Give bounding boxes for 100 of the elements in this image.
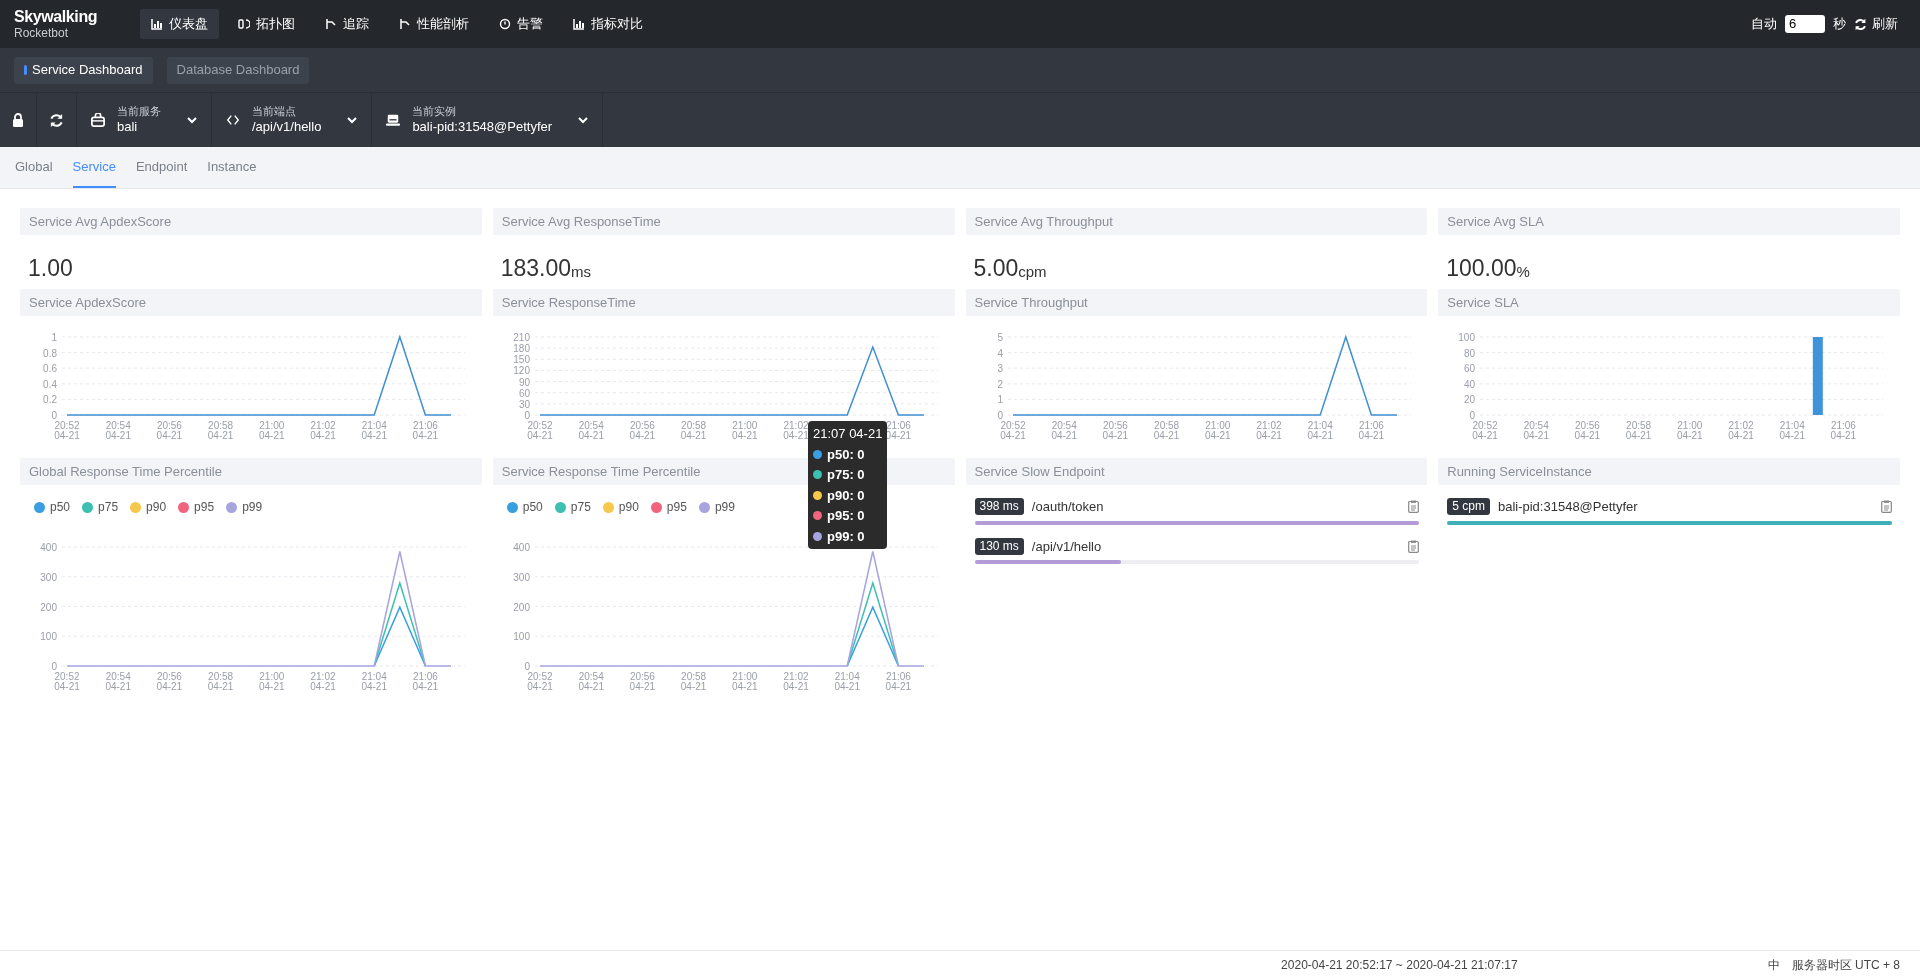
axis-label: 20:52 04-21 <box>54 420 80 441</box>
stat-value: 183.00ms <box>499 254 593 280</box>
axis-label: 21:06 04-21 <box>1830 420 1857 441</box>
card-header: Service SLA <box>1438 289 1900 316</box>
legend-item[interactable]: p99 <box>226 498 263 516</box>
axis-label: 5 <box>996 332 1003 343</box>
nav-tab[interactable]: 拓扑图 <box>227 9 306 39</box>
axis-label: 0.8 <box>43 347 57 359</box>
legend-item[interactable]: p99 <box>698 498 735 516</box>
briefcase-icon <box>91 113 105 127</box>
axis-label: 100 <box>40 631 57 643</box>
axis-label: 21:00 04-21 <box>1677 420 1703 441</box>
axis-label: 21:02 04-21 <box>782 671 809 692</box>
axis-label: 21:00 04-21 <box>731 420 758 441</box>
page-tab[interactable]: Instance <box>207 147 257 188</box>
refresh-button[interactable]: 刷新 <box>1854 14 1906 34</box>
clipboard-icon[interactable] <box>1408 539 1420 553</box>
axis-label: 21:06 04-21 <box>412 420 439 441</box>
card-header: Service Throughput <box>965 289 1428 316</box>
axis-label: 21:04 04-21 <box>1306 420 1333 441</box>
axis-label: 20:56 04-21 <box>156 420 183 441</box>
axis-label: 30 <box>518 398 530 410</box>
axis-label: 21:00 04-21 <box>259 420 285 441</box>
refresh-icon[interactable] <box>49 112 64 128</box>
nav-tab[interactable]: 仪表盘 <box>140 9 219 39</box>
axis-label: 21:02 04-21 <box>310 420 336 441</box>
stat-value: 1.00 <box>27 254 74 280</box>
legend-item[interactable]: p90 <box>602 498 639 516</box>
list-row[interactable]: 398 ms /oauth/token <box>965 485 1428 525</box>
clipboard-icon[interactable] <box>1881 500 1892 514</box>
axis-label: 210 <box>513 332 530 343</box>
axis-label: 20:52 04-21 <box>999 420 1026 441</box>
legend-item[interactable]: p50 <box>506 498 543 516</box>
axis-label: 21:00 04-21 <box>259 671 285 692</box>
logo-title: Skywalking <box>14 9 99 25</box>
axis-label: 60 <box>1464 363 1476 375</box>
axis-label: 21:06 04-21 <box>1358 420 1384 441</box>
axis-label: 20:58 04-21 <box>207 420 234 441</box>
axis-label: 100 <box>513 631 530 643</box>
axis-label: 21:02 04-21 <box>1255 420 1282 441</box>
axis-label: 1 <box>51 332 57 343</box>
axis-label: 20:58 04-21 <box>1153 420 1179 441</box>
server-timezone: 服务器时区 UTC + 8 <box>1791 956 1900 974</box>
bar-chart-icon <box>573 18 585 30</box>
nav-tab[interactable]: 指标对比 <box>562 9 654 39</box>
axis-label: 20:58 04-21 <box>1626 420 1652 441</box>
legend-item[interactable]: p95 <box>178 498 215 516</box>
dashboard-tab[interactable]: Service Dashboard <box>14 56 153 84</box>
axis-label: 40 <box>1464 378 1476 390</box>
axis-label: 20:56 04-21 <box>156 671 183 692</box>
card-header: Service Avg ResponseTime <box>492 208 955 235</box>
axis-label: 21:00 04-21 <box>731 671 758 692</box>
bar-chart-icon <box>151 18 163 30</box>
axis-label: 120 <box>513 365 530 377</box>
axis-label: 200 <box>513 601 530 613</box>
time-range[interactable]: 2020-04-21 20:52:17 ~ 2020-04-21 21:07:17 <box>1281 955 1518 974</box>
branch-icon <box>325 18 337 30</box>
chevron-down-icon <box>347 116 358 124</box>
axis-label: 90 <box>518 376 530 388</box>
axis-label: 180 <box>513 343 530 355</box>
interval-input[interactable]: 6 <box>1785 15 1825 33</box>
axis-label: 400 <box>40 542 57 553</box>
clock-icon <box>499 18 511 30</box>
axis-label: 20:56 04-21 <box>629 671 655 692</box>
axis-label: 0 <box>524 661 530 672</box>
code-icon <box>226 113 240 127</box>
laptop-icon <box>386 113 401 127</box>
axis-label: 300 <box>513 571 530 583</box>
legend-item[interactable]: p50 <box>34 498 71 516</box>
list-row[interactable]: 5 cpm bali-pid:31548@Pettyfer <box>1438 485 1900 525</box>
nav-tab[interactable]: 性能剖析 <box>388 9 480 39</box>
legend-item[interactable]: p75 <box>554 498 591 516</box>
axis-label: 0 <box>1469 410 1476 421</box>
card-header: Service Avg ApdexScore <box>20 208 482 235</box>
lock-icon[interactable] <box>12 113 24 127</box>
dashboard-tab[interactable]: Database Dashboard <box>166 56 310 84</box>
clipboard-icon[interactable] <box>1408 500 1420 514</box>
nav-tab[interactable]: 追踪 <box>314 9 380 39</box>
axis-label: 20:54 04-21 <box>105 420 131 441</box>
axis-label: 21:00 04-21 <box>1204 420 1231 441</box>
topology-icon <box>238 18 250 30</box>
card-header: Service Slow Endpoint <box>965 458 1428 485</box>
card-header: Service ApdexScore <box>20 289 482 316</box>
list-row[interactable]: 130 ms /api/v1/hello <box>965 524 1428 564</box>
axis-label: 20:52 04-21 <box>526 420 553 441</box>
card-header: Service Avg SLA <box>1438 208 1900 235</box>
page-tab[interactable]: Endpoint <box>135 147 188 188</box>
legend-item[interactable]: p75 <box>82 498 119 516</box>
value-badge: 130 ms <box>974 537 1024 555</box>
axis-label: 21:02 04-21 <box>1728 420 1755 441</box>
axis-label: 20:56 04-21 <box>629 420 655 441</box>
axis-label: 20:54 04-21 <box>1523 420 1550 441</box>
chevron-down-icon <box>578 116 589 124</box>
row-label: /oauth/token <box>1031 498 1105 516</box>
legend-item[interactable]: p95 <box>650 498 687 516</box>
axis-label: 0 <box>996 410 1003 421</box>
nav-tab[interactable]: 告警 <box>488 9 554 39</box>
page-tab[interactable]: Global <box>15 147 53 188</box>
chevron-down-icon <box>187 116 197 124</box>
legend-item[interactable]: p90 <box>130 498 167 516</box>
